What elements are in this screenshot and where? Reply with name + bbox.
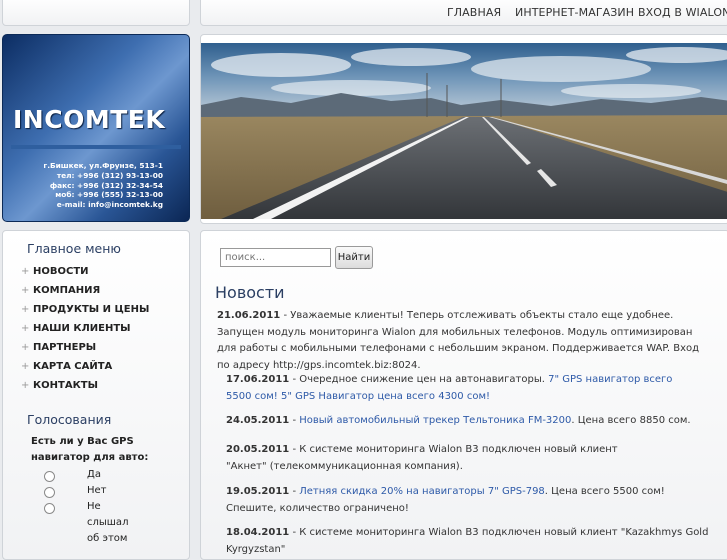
plus-icon: +: [21, 323, 30, 334]
menu-item-sitemap[interactable]: + КАРТА САЙТА: [21, 361, 112, 372]
contact-fax: факс: +996 (312) 32-34-54: [49, 180, 163, 190]
poll-radio-unknown[interactable]: [44, 503, 55, 514]
plus-icon: +: [21, 342, 30, 353]
contact-address: г.Бишкек, ул.Фрунзе, 513-1: [43, 161, 163, 170]
poll-option-unknown: Не слышал об этом: [87, 501, 129, 544]
news-item: 24.05.2011 - Новый автомобильный трекер …: [226, 415, 691, 426]
top-navigation: ГЛАВНАЯ ИНТЕРНЕТ-МАГАЗИН ВХОД В WIALON: [200, 0, 727, 26]
poll-title: Голосования: [27, 412, 112, 427]
poll-option-no: Нет: [87, 485, 107, 496]
news-date: 19.05.2011: [226, 486, 290, 497]
menu-item-clients[interactable]: + НАШИ КЛИЕНТЫ: [21, 323, 131, 334]
road-illustration: [201, 43, 727, 219]
plus-icon: +: [21, 285, 30, 296]
poll-question: Есть ли у Вас GPS навигатор для авто:: [31, 436, 149, 463]
menu-item-news[interactable]: + НОВОСТИ: [21, 266, 89, 277]
menu-item-contacts[interactable]: + КОНТАКТЫ: [21, 380, 98, 391]
news-date: 21.06.2011: [217, 310, 281, 321]
plus-icon: +: [21, 304, 30, 315]
contact-mobile: моб: +996 (555) 32-13-00: [55, 190, 163, 200]
news-item: 17.06.2011 - Очередное снижение цен на а…: [226, 374, 673, 402]
company-logo: INCOMTEK: [13, 105, 166, 134]
news-link[interactable]: Летняя скидка 20% на навигаторы 7" GPS-7…: [299, 486, 545, 497]
search-input[interactable]: [220, 248, 331, 267]
news-item: 19.05.2011 - Летняя скидка 20% на навига…: [226, 486, 665, 514]
menu-item-partners[interactable]: + ПАРТНЕРЫ: [21, 342, 96, 353]
company-logo-block[interactable]: INCOMTEK г.Бишкек, ул.Фрунзе, 513-1 тел:…: [2, 34, 190, 222]
contact-email: e-mail: info@incomtek.kg: [56, 200, 163, 210]
menu-item-products[interactable]: + ПРОДУКТЫ И ЦЕНЫ: [21, 304, 149, 315]
news-item: 18.04.2011 - К системе мониторинга Wialo…: [226, 527, 709, 555]
sidebar: Главное меню + НОВОСТИ + КОМПАНИЯ + ПРОДУКТ…: [2, 230, 190, 560]
news-date: 24.05.2011: [226, 415, 290, 426]
poll-option-yes: Да: [87, 469, 101, 480]
nav-shop[interactable]: ИНТЕРНЕТ-МАГАЗИН: [515, 6, 634, 19]
top-left-bar: [2, 0, 190, 26]
plus-icon: +: [21, 380, 30, 391]
logo-divider: [11, 145, 181, 149]
plus-icon: +: [21, 266, 30, 277]
news-date: 18.04.2011: [226, 527, 290, 538]
news-date: 17.06.2011: [226, 374, 290, 385]
news-item: 21.06.2011 - Уважаемые клиенты! Теперь о…: [217, 310, 700, 371]
news-title: Новости: [215, 283, 285, 302]
nav-wialon-login[interactable]: ВХОД В WIALON: [638, 6, 727, 19]
plus-icon: +: [21, 361, 30, 372]
news-link[interactable]: Новый автомобильный трекер Тельтоника FM…: [299, 415, 571, 426]
news-item: 20.05.2011 - К системе мониторинга Wialo…: [226, 444, 618, 472]
search-button[interactable]: Найти: [335, 246, 373, 269]
road-banner-image: [200, 34, 727, 224]
nav-home[interactable]: ГЛАВНАЯ: [447, 6, 501, 19]
poll-radio-yes[interactable]: [44, 471, 55, 482]
news-date: 20.05.2011: [226, 444, 290, 455]
contact-info: г.Бишкек, ул.Фрунзе, 513-1 тел: +996 (31…: [13, 161, 163, 210]
main-menu-title: Главное меню: [27, 241, 121, 256]
main-content: Найти Новости 21.06.2011 - Уважаемые кли…: [200, 230, 727, 560]
menu-item-company[interactable]: + КОМПАНИЯ: [21, 285, 100, 296]
contact-phone: тел: +996 (312) 93-13-00: [56, 170, 163, 180]
poll-radio-no[interactable]: [44, 487, 55, 498]
